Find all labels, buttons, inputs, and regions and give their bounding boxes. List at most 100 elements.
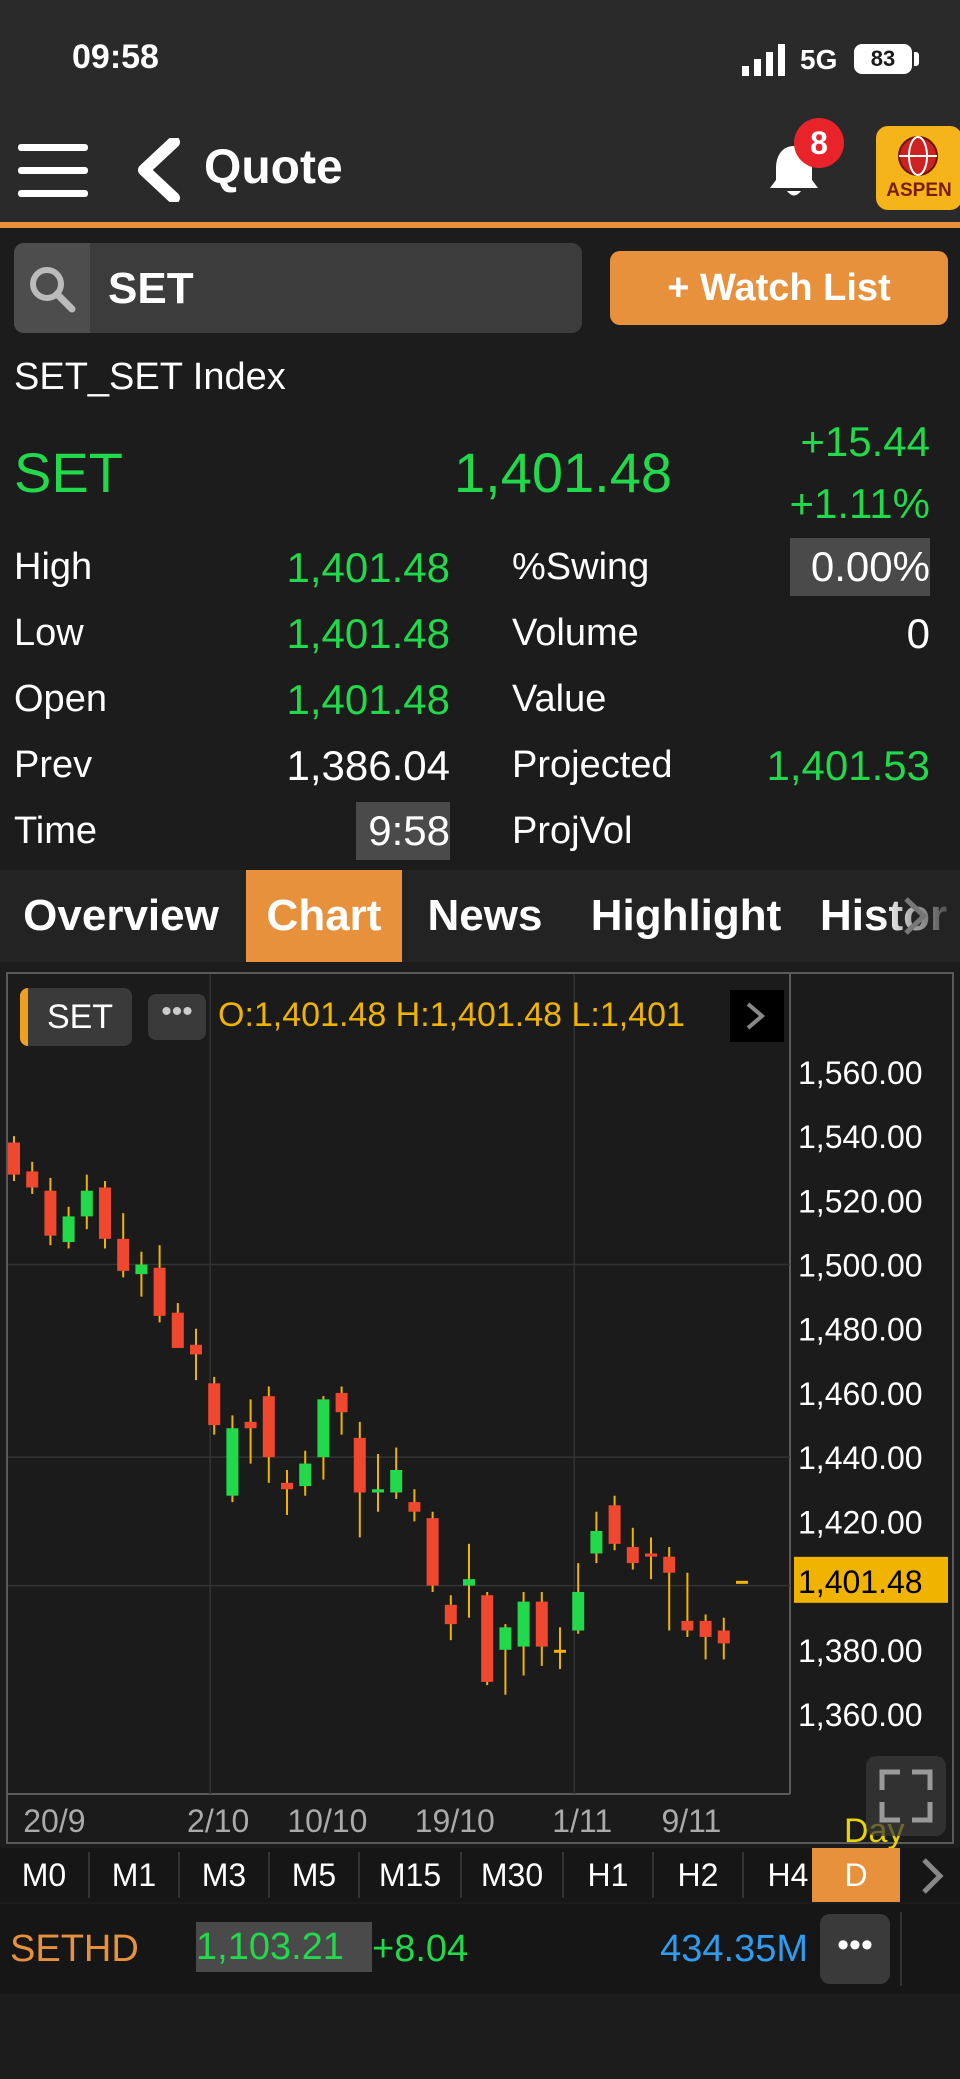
chart-symbol-chip[interactable]: SET (20, 988, 132, 1046)
price-change-pct: +1.11% (789, 480, 931, 527)
candle (353, 1421, 366, 1538)
y-tick-label: 1,540.00 (798, 1119, 923, 1155)
volume-value: 0 (906, 610, 930, 657)
candle-body (499, 1627, 512, 1650)
candle-body (590, 1531, 603, 1554)
candle (317, 1396, 330, 1480)
tab-overview[interactable]: Overview (0, 870, 242, 962)
x-tick-label: 10/10 (287, 1803, 367, 1839)
candle (99, 1181, 111, 1249)
candle (226, 1415, 239, 1503)
ohlc-expand-button[interactable] (730, 990, 784, 1042)
ticker-bar (0, 1904, 960, 1994)
search-icon-box[interactable] (14, 243, 90, 333)
swing-value: 0.00% (790, 538, 930, 596)
low-value: 1,401.48 (286, 610, 451, 657)
tab-chart[interactable]: Chart (246, 870, 402, 962)
open-label: Open (14, 678, 107, 720)
candle (463, 1543, 475, 1618)
candle-body (372, 1489, 384, 1493)
add-watchlist-button[interactable]: + Watch List (610, 251, 948, 325)
candle (699, 1614, 712, 1660)
search-value[interactable]: SET (108, 264, 194, 314)
ticker-value: 434.35M (660, 1928, 808, 1970)
candle-body (299, 1463, 312, 1487)
chevron-right-icon[interactable] (918, 1856, 948, 1896)
candle-body (463, 1579, 475, 1586)
timeframe-m1[interactable]: M1 (90, 1848, 178, 1902)
candle (535, 1592, 548, 1666)
candle-body (335, 1392, 348, 1413)
timeframe-m3[interactable]: M3 (180, 1848, 268, 1902)
candle-body (572, 1592, 585, 1631)
ticker-more-button[interactable]: ••• (820, 1914, 890, 1984)
candle (390, 1447, 403, 1499)
candle-body (681, 1620, 694, 1631)
timeframe-h1[interactable]: H1 (564, 1848, 652, 1902)
chart-options-button[interactable]: ••• (148, 994, 206, 1040)
candle-body (626, 1547, 639, 1564)
fullscreen-icon[interactable] (866, 1756, 946, 1836)
timeframe-m0[interactable]: M0 (0, 1848, 88, 1902)
ticker-symbol[interactable]: SETHD (10, 1928, 139, 1971)
header-accent-line (0, 222, 960, 228)
candle-body (80, 1190, 93, 1217)
timeframe-m15[interactable]: M15 (360, 1848, 460, 1902)
candle-body (317, 1399, 330, 1458)
candle-body (481, 1595, 494, 1682)
candle (44, 1177, 57, 1246)
candle (626, 1527, 639, 1570)
y-tick-label: 1,520.00 (798, 1183, 923, 1219)
battery-nub (914, 52, 919, 66)
menu-icon[interactable] (18, 140, 90, 202)
search-icon (30, 267, 76, 313)
candle (281, 1470, 293, 1515)
candle (426, 1511, 439, 1592)
candle (517, 1592, 530, 1676)
candle-body (554, 1649, 566, 1653)
candle-body (426, 1518, 439, 1586)
candle (117, 1213, 130, 1278)
candle (171, 1303, 184, 1348)
divider (178, 1852, 180, 1898)
time-label: Time (14, 810, 98, 852)
candlestick-chart[interactable]: 1,560.00 1,540.00 1,520.00 1,500.00 1,480.00… (8, 974, 952, 1842)
candle-body (408, 1502, 421, 1512)
candle-body (736, 1580, 748, 1584)
chevron-right-icon[interactable] (900, 895, 930, 937)
timeframe-m30[interactable]: M30 (462, 1848, 562, 1902)
y-tick-label: 1,380.00 (798, 1633, 923, 1669)
candle (153, 1245, 166, 1323)
x-tick-label: 9/11 (661, 1803, 721, 1839)
candle (717, 1617, 730, 1660)
candle (444, 1595, 457, 1641)
divider (562, 1852, 564, 1898)
timeframe-m5[interactable]: M5 (270, 1848, 358, 1902)
timeframe-h2[interactable]: H2 (654, 1848, 742, 1902)
timeframe-d[interactable]: D (812, 1848, 900, 1902)
notification-badge: 8 (794, 118, 844, 168)
prev-label: Prev (14, 744, 93, 786)
y-tick-label: 1,560.00 (798, 1055, 923, 1091)
search-input[interactable] (14, 243, 582, 333)
globe-icon (898, 136, 938, 176)
aspen-logo[interactable]: ASPEN (876, 126, 960, 210)
y-tick-label: 1,420.00 (798, 1504, 923, 1540)
candle (408, 1489, 421, 1522)
candle-body (645, 1553, 657, 1557)
low-label: Low (14, 612, 84, 654)
status-bar: 09:58 5G 83 (0, 0, 960, 120)
candle-body (99, 1187, 111, 1239)
candle-body (26, 1171, 39, 1188)
open-value: 1,401.48 (286, 676, 451, 723)
time-value: 9:58 (356, 802, 450, 860)
network-label: 5G (800, 44, 838, 75)
candle (8, 1136, 20, 1182)
tab-highlight[interactable]: Highlight (568, 870, 804, 962)
tab-news[interactable]: News (406, 870, 564, 962)
back-chevron-icon[interactable] (136, 138, 182, 202)
chevron-right-icon (746, 1002, 766, 1030)
projvol-label: ProjVol (512, 810, 633, 852)
candle-body (262, 1396, 275, 1458)
divider (460, 1852, 462, 1898)
